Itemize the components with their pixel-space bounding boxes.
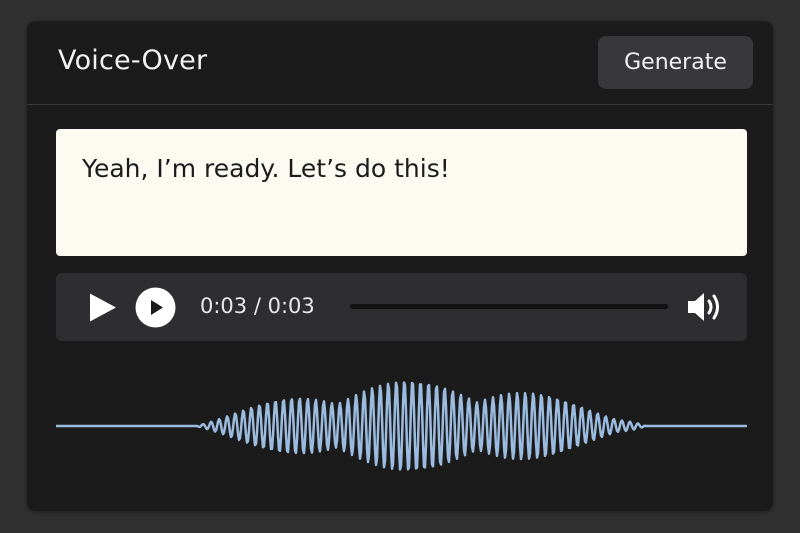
script-text-box[interactable]: Yeah, I’m ready. Let’s do this! [56, 129, 747, 256]
time-display: 0:03 / 0:03 [200, 294, 315, 318]
play-circle-icon[interactable] [135, 287, 176, 328]
audio-waveform [56, 381, 747, 471]
script-text: Yeah, I’m ready. Let’s do this! [82, 154, 450, 183]
play-icon[interactable] [88, 292, 118, 323]
voice-over-panel: Voice-Over Generate Yeah, I’m ready. Let… [27, 21, 773, 511]
panel-title: Voice-Over [58, 45, 208, 76]
volume-icon[interactable] [686, 290, 724, 324]
progress-bar[interactable] [350, 304, 668, 309]
audio-player: 0:03 / 0:03 [56, 273, 747, 341]
generate-button[interactable]: Generate [598, 36, 753, 89]
progress-fill [350, 304, 668, 309]
panel-header: Voice-Over Generate [27, 21, 773, 105]
